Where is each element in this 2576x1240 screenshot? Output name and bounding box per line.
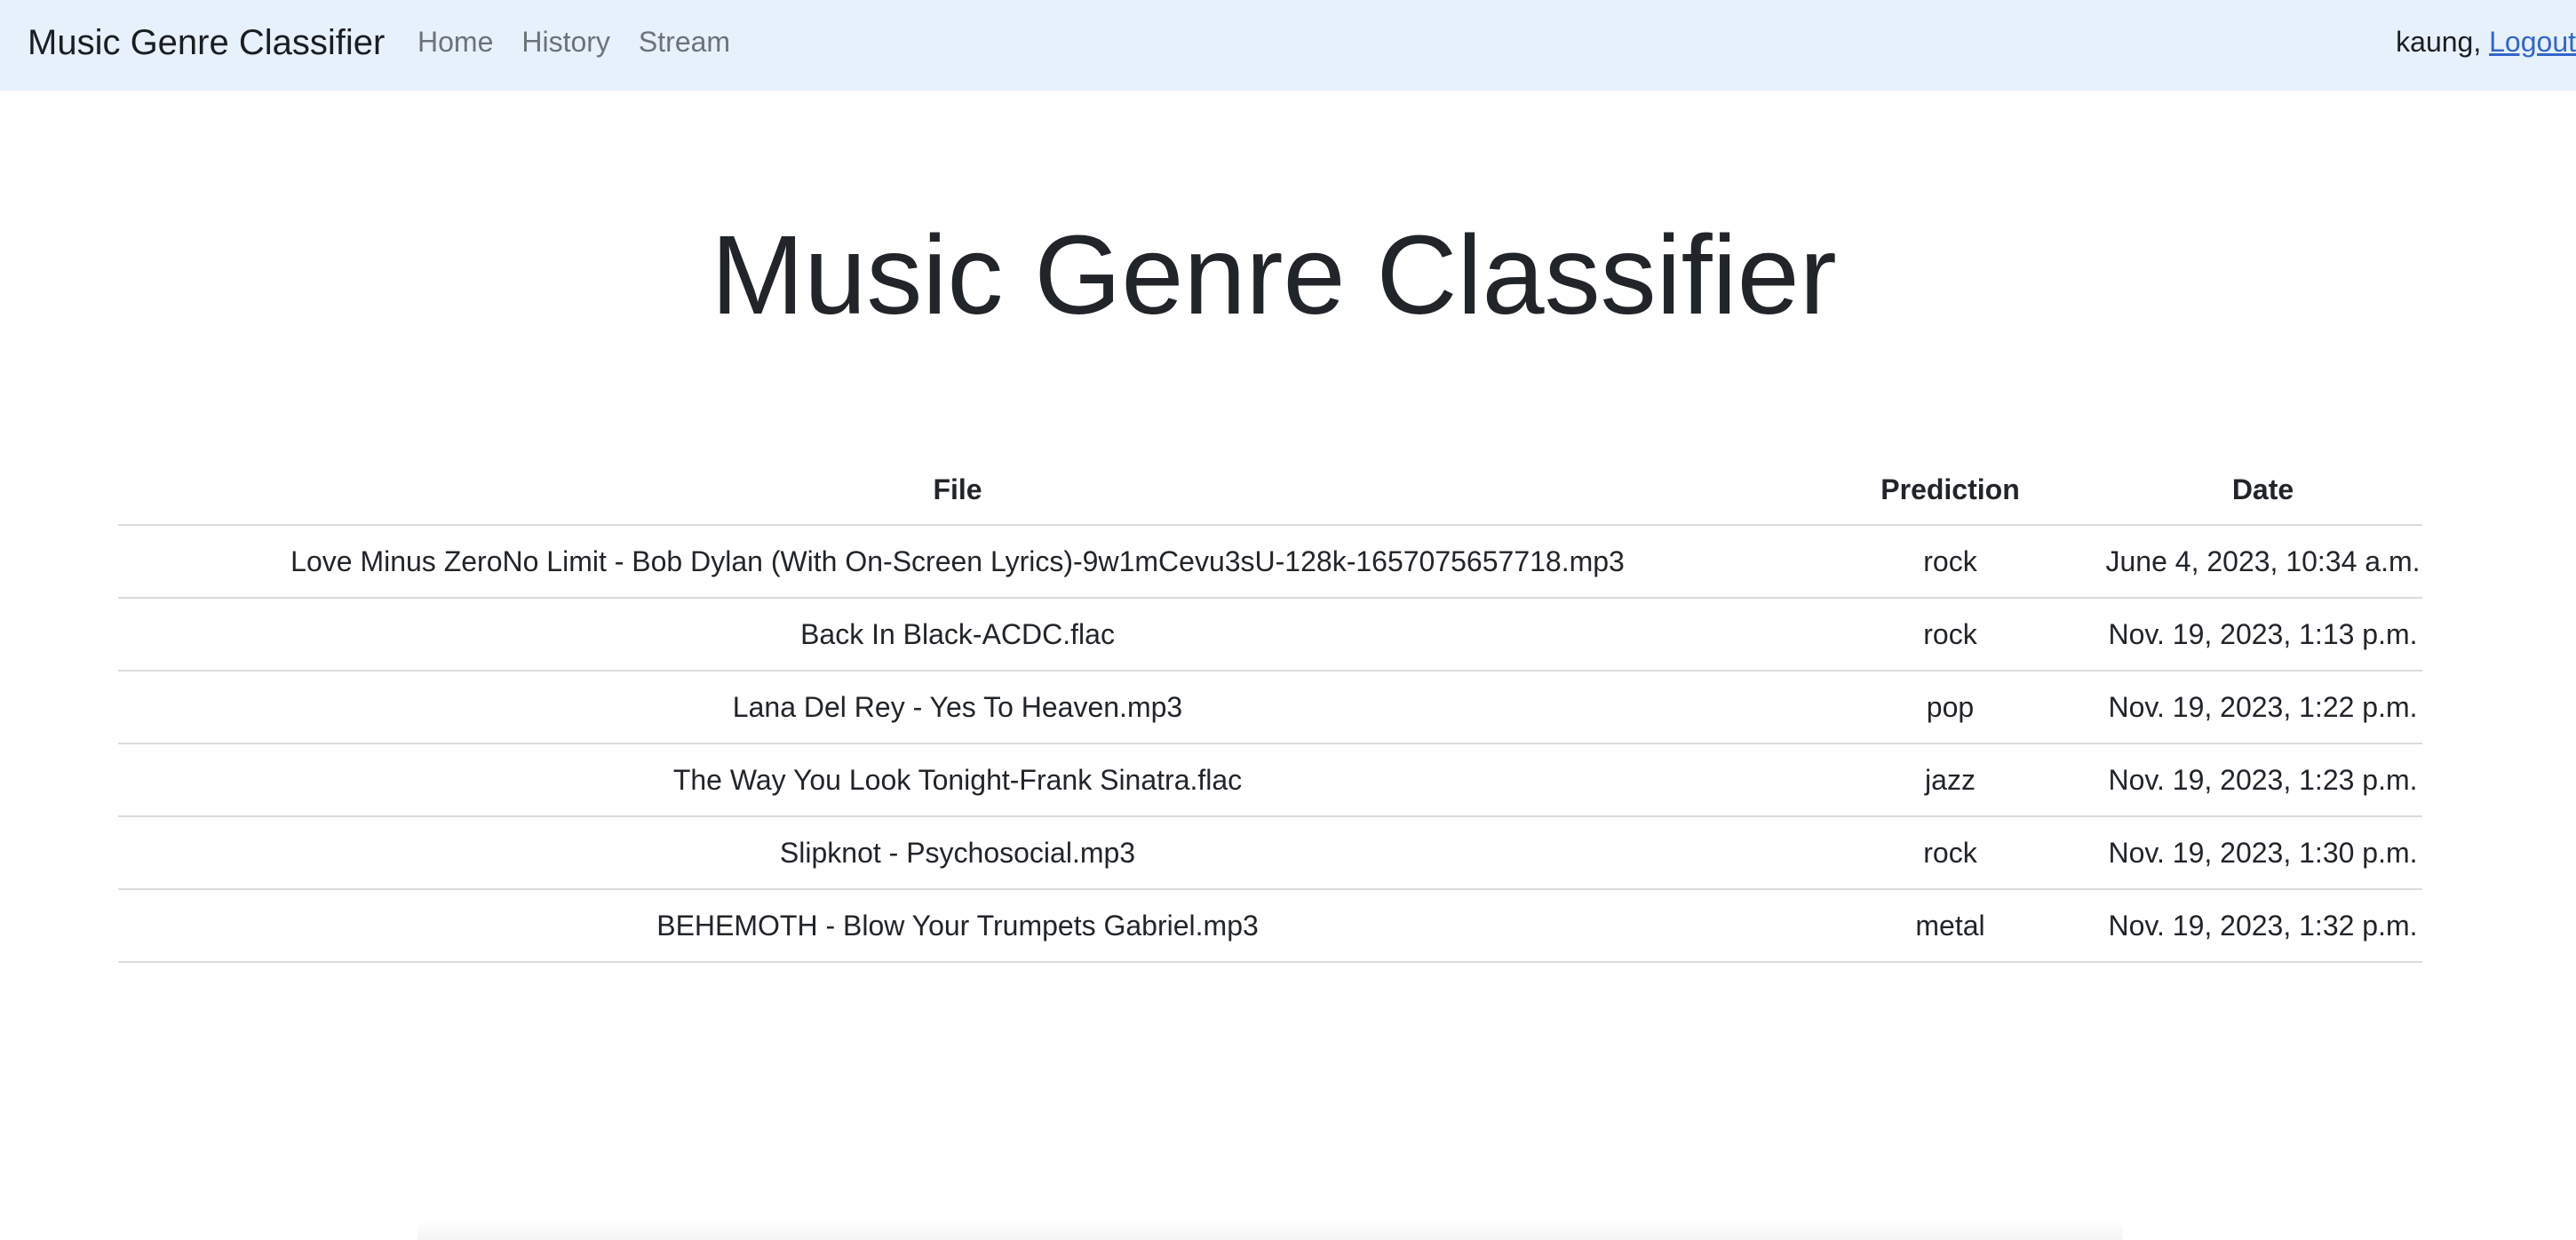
cell-file: Lana Del Rey - Yes To Heaven.mp3 [118, 671, 1797, 744]
cell-prediction: rock [1797, 816, 2103, 890]
cell-prediction: rock [1797, 525, 2103, 599]
table-row: BEHEMOTH - Blow Your Trumpets Gabriel.mp… [118, 889, 2422, 963]
cell-date: Nov. 19, 2023, 1:30 p.m. [2103, 816, 2422, 890]
cell-date: Nov. 19, 2023, 1:32 p.m. [2103, 889, 2422, 963]
nav-links: Home History Stream [417, 21, 759, 62]
column-header-prediction: Prediction [1797, 455, 2103, 526]
cell-prediction: metal [1797, 889, 2103, 963]
logout-link[interactable]: Logout [2489, 26, 2576, 58]
history-table: File Prediction Date Love Minus ZeroNo L… [118, 455, 2422, 963]
cell-file: The Way You Look Tonight-Frank Sinatra.f… [118, 743, 1797, 817]
column-header-date: Date [2103, 455, 2422, 526]
cell-date: Nov. 19, 2023, 1:22 p.m. [2103, 671, 2422, 744]
table-row: Back In Black-ACDC.flac rock Nov. 19, 20… [118, 598, 2422, 672]
user-greeting: kaung, [2396, 26, 2482, 58]
table-row: The Way You Look Tonight-Frank Sinatra.f… [118, 743, 2422, 817]
cell-date: Nov. 19, 2023, 1:23 p.m. [2103, 743, 2422, 817]
table-header-row: File Prediction Date [118, 455, 2422, 526]
cell-prediction: rock [1797, 598, 2103, 672]
navbar: Music Genre Classifier Home History Stre… [0, 0, 2576, 91]
page-title: Music Genre Classifier [711, 212, 1837, 338]
table-row: Slipknot - Psychosocial.mp3 rock Nov. 19… [118, 816, 2422, 890]
column-header-file: File [118, 455, 1797, 526]
cell-file: Love Minus ZeroNo Limit - Bob Dylan (Wit… [118, 525, 1797, 599]
nav-link-stream[interactable]: Stream [639, 21, 730, 62]
cell-file: Back In Black-ACDC.flac [118, 598, 1797, 672]
bottom-shadow [417, 1219, 2123, 1240]
cell-file: BEHEMOTH - Blow Your Trumpets Gabriel.mp… [118, 889, 1797, 963]
nav-link-history[interactable]: History [521, 21, 610, 62]
cell-date: Nov. 19, 2023, 1:13 p.m. [2103, 598, 2422, 672]
cell-prediction: pop [1797, 671, 2103, 744]
navbar-brand[interactable]: Music Genre Classifier [28, 20, 385, 66]
cell-prediction: jazz [1797, 743, 2103, 817]
table-row: Lana Del Rey - Yes To Heaven.mp3 pop Nov… [118, 671, 2422, 744]
cell-date: June 4, 2023, 10:34 a.m. [2103, 525, 2422, 599]
cell-file: Slipknot - Psychosocial.mp3 [118, 816, 1797, 890]
table-row: Love Minus ZeroNo Limit - Bob Dylan (Wit… [118, 525, 2422, 599]
user-area: kaung, Logout [2396, 21, 2576, 62]
nav-link-home[interactable]: Home [417, 21, 493, 62]
